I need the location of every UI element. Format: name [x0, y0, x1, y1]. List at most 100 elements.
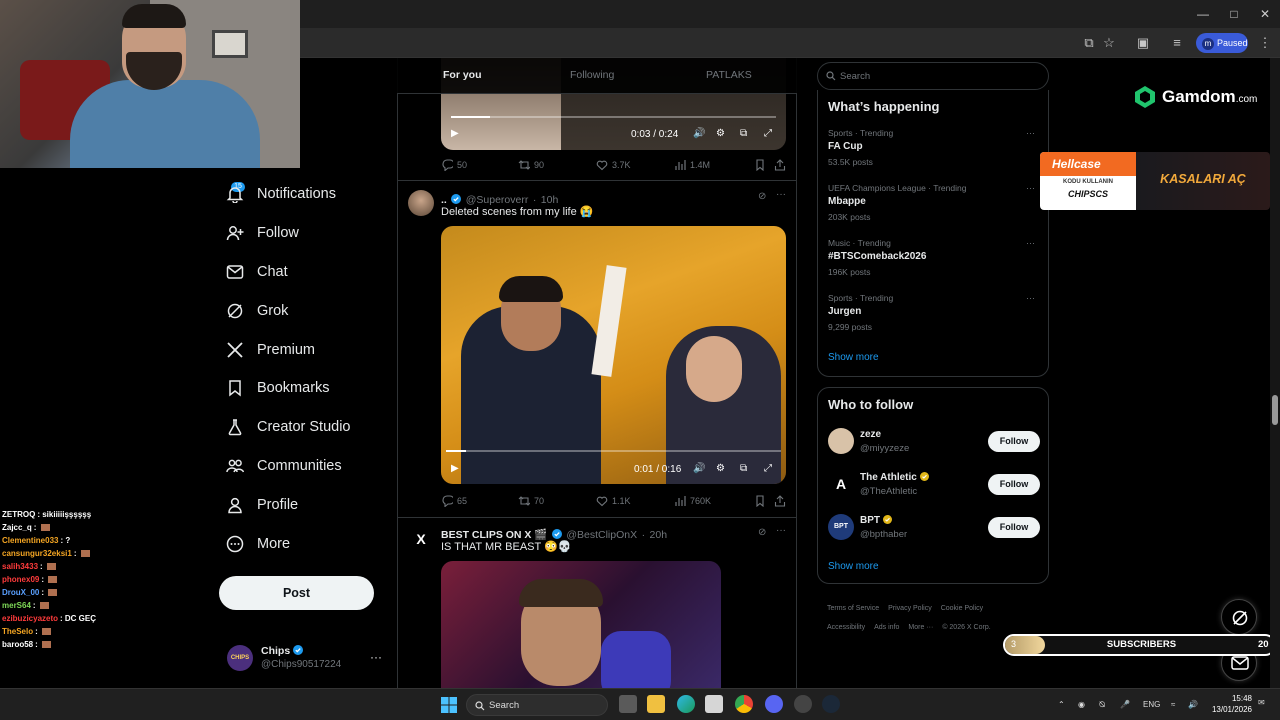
discord-icon[interactable]	[765, 695, 783, 713]
tray-overflow-icon[interactable]: ⌃	[1058, 700, 1065, 709]
clock-date[interactable]: 13/01/2026	[1208, 705, 1252, 714]
post3-video[interactable]	[441, 561, 721, 688]
nav-item-premium[interactable]: Premium	[226, 335, 315, 365]
clock-time[interactable]: 15:48	[1224, 694, 1252, 703]
media-controls-icon[interactable]: ≡	[1168, 34, 1186, 52]
notifications-icon[interactable]: ✉	[1258, 698, 1265, 707]
nav-item-more[interactable]: More	[226, 529, 290, 559]
tab-patlaks[interactable]: PATLAKS	[706, 69, 752, 81]
trend-more-icon[interactable]: ···	[1026, 128, 1035, 138]
settings-icon[interactable]: ⚙	[716, 463, 725, 474]
trends-show-more[interactable]: Show more	[828, 352, 879, 363]
close-icon[interactable]: ✕	[1250, 4, 1280, 24]
steam-icon[interactable]	[822, 695, 840, 713]
tab-for-you[interactable]: For you	[443, 69, 482, 81]
suggestion-avatar[interactable]: BPT	[828, 514, 854, 540]
post3-avatar[interactable]: X	[410, 528, 432, 550]
browser-menu-icon[interactable]: ⋮	[1256, 34, 1274, 52]
play-icon[interactable]: ▶	[451, 463, 459, 474]
grok-icon[interactable]: ⊘	[758, 527, 766, 538]
language-indicator[interactable]: ENG	[1143, 700, 1160, 709]
nav-item-profile[interactable]: Profile	[226, 490, 298, 520]
post-more-icon[interactable]: ···	[776, 189, 786, 200]
taskbar-search[interactable]: Search	[466, 694, 608, 716]
follow-suggestion[interactable]: BPT BPT @bpthaber Follow	[828, 514, 1040, 544]
follow-button[interactable]: Follow	[988, 474, 1040, 495]
replies-action[interactable]: 50	[441, 159, 467, 171]
volume-icon[interactable]: 🔊	[693, 463, 705, 474]
nav-item-follow[interactable]: Follow	[226, 218, 299, 248]
tray-mic-icon[interactable]: 🎤	[1120, 700, 1130, 709]
post-button[interactable]: Post	[219, 576, 374, 610]
follow-button[interactable]: Follow	[988, 431, 1040, 452]
tab-following[interactable]: Following	[570, 69, 614, 81]
nav-item-communities[interactable]: Communities	[226, 451, 342, 481]
bookmark-star-icon[interactable]: ☆	[1100, 34, 1118, 52]
suggestion-avatar[interactable]: A	[828, 471, 854, 497]
store-icon[interactable]	[705, 695, 723, 713]
pip-icon[interactable]: ⧉	[740, 463, 747, 474]
install-app-icon[interactable]: ⧉	[1080, 34, 1098, 52]
post3-handle[interactable]: @BestClipOnX	[566, 529, 637, 541]
windows-start-icon[interactable]	[441, 697, 457, 713]
nav-item-chat[interactable]: Chat	[226, 257, 288, 287]
trend-item[interactable]: Music · Trending #BTSComeback2026 196K pos…	[828, 238, 1040, 284]
post3-time[interactable]: 20h	[650, 529, 668, 541]
follow-button[interactable]: Follow	[988, 517, 1040, 538]
tray-app-icon[interactable]: ⦰	[1099, 700, 1105, 710]
trend-more-icon[interactable]: ···	[1026, 293, 1035, 303]
grok-float-button[interactable]	[1221, 599, 1257, 635]
volume-icon[interactable]: 🔊	[1188, 700, 1198, 709]
footer-link[interactable]: Privacy Policy	[888, 605, 932, 612]
volume-icon[interactable]: 🔊	[693, 128, 705, 139]
search-input[interactable]: Search	[817, 62, 1049, 90]
trend-item[interactable]: UEFA Champions League · Trending Mbappe 20…	[828, 183, 1040, 229]
reposts-action[interactable]: 90	[518, 159, 544, 171]
trend-more-icon[interactable]: ···	[1026, 238, 1035, 248]
replies-action[interactable]: 65	[441, 495, 467, 507]
task-view-icon[interactable]	[619, 695, 637, 713]
fullscreen-icon[interactable]: ⤢	[764, 128, 772, 139]
likes-action[interactable]: 3.7K	[596, 159, 631, 171]
bookmark-action[interactable]	[754, 159, 770, 171]
post-more-icon[interactable]: ···	[776, 525, 786, 536]
follow-suggestion[interactable]: zeze @miyyzeze Follow	[828, 428, 1040, 458]
follow-suggestion[interactable]: A The Athletic @TheAthletic Follow	[828, 471, 1040, 501]
chrome-icon[interactable]	[735, 695, 753, 713]
trend-more-icon[interactable]: ···	[1026, 183, 1035, 193]
footer-link[interactable]: Accessibility	[827, 624, 865, 631]
profile-button[interactable]: m Paused	[1196, 33, 1248, 53]
footer-link[interactable]: Ads info	[874, 624, 899, 631]
footer-link[interactable]: © 2026 X Corp.	[942, 624, 990, 631]
trend-item[interactable]: Sports · Trending FA Cup 53.5K posts ···	[828, 128, 1040, 174]
post2-video-progress[interactable]	[446, 450, 781, 452]
reposts-action[interactable]: 70	[518, 495, 544, 507]
post2-video[interactable]: ▶ 0:01 / 0:16 🔊 ⚙ ⧉ ⤢	[441, 226, 786, 484]
share-action[interactable]	[774, 159, 790, 171]
views-action[interactable]: 760K	[674, 495, 711, 507]
file-explorer-icon[interactable]	[647, 695, 665, 713]
extensions-icon[interactable]: ▣	[1134, 34, 1152, 52]
footer-link[interactable]: Terms of Service	[827, 605, 879, 612]
scrollbar-thumb[interactable]	[1272, 395, 1278, 425]
tray-discord-icon[interactable]: ◉	[1078, 700, 1085, 709]
views-action[interactable]: 1.4M	[674, 159, 710, 171]
grok-icon[interactable]: ⊘	[758, 191, 766, 202]
account-more-icon[interactable]: ···	[370, 650, 382, 664]
bookmark-action[interactable]	[754, 495, 770, 507]
nav-item-bookmarks[interactable]: Bookmarks	[226, 373, 330, 403]
footer-link[interactable]: More ···	[908, 624, 933, 631]
nav-item-grok[interactable]: Grok	[226, 296, 288, 326]
edge-icon[interactable]	[677, 695, 695, 713]
post2-avatar[interactable]	[408, 190, 434, 216]
maximize-icon[interactable]: □	[1219, 4, 1249, 24]
nav-item-creator-studio[interactable]: Creator Studio	[226, 412, 351, 442]
likes-action[interactable]: 1.1K	[596, 495, 631, 507]
post1-video-progress[interactable]	[451, 116, 776, 118]
page-scrollbar[interactable]	[1270, 58, 1280, 688]
minimize-icon[interactable]: —	[1188, 4, 1218, 24]
account-avatar[interactable]: CHIPS	[227, 645, 253, 671]
play-icon[interactable]: ▶	[451, 128, 459, 139]
suggestion-avatar[interactable]	[828, 428, 854, 454]
share-action[interactable]	[774, 495, 790, 507]
